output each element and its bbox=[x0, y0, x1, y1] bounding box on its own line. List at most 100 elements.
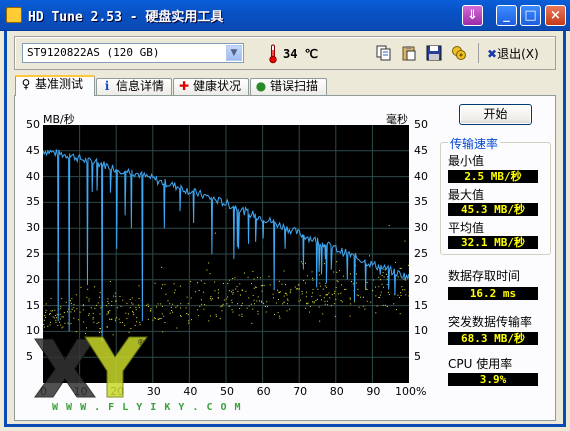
access-time-point bbox=[204, 304, 206, 306]
access-time-point bbox=[161, 305, 163, 307]
magnifier-icon: ● bbox=[255, 79, 267, 93]
access-time-point bbox=[177, 305, 179, 307]
access-time-point bbox=[206, 269, 208, 271]
access-time-point bbox=[269, 284, 271, 286]
access-time-point bbox=[356, 282, 358, 284]
access-time-point bbox=[260, 300, 262, 302]
paste-icon[interactable] bbox=[401, 45, 417, 61]
tab-info[interactable]: i 信息详情 bbox=[96, 78, 172, 95]
access-time-point bbox=[386, 278, 388, 280]
tab-health[interactable]: ✚ 健康状况 bbox=[173, 78, 249, 95]
access-time-point bbox=[289, 308, 291, 310]
access-time-point bbox=[235, 288, 237, 290]
access-time-point bbox=[93, 321, 95, 323]
access-time-point bbox=[83, 321, 85, 323]
access-time-point bbox=[336, 280, 338, 282]
drive-select-value: ST9120822AS (120 GB) bbox=[27, 46, 160, 59]
access-time-point bbox=[171, 310, 173, 312]
access-time-point bbox=[197, 309, 199, 311]
left-tick-label: 5 bbox=[26, 350, 33, 364]
access-time-point bbox=[220, 306, 222, 308]
tab-benchmark[interactable]: ♀ 基准测试 bbox=[15, 75, 95, 96]
access-time-point bbox=[111, 304, 113, 306]
access-time-point bbox=[388, 225, 390, 227]
tab-error-scan[interactable]: ● 错误扫描 bbox=[250, 78, 327, 95]
access-time-point bbox=[351, 281, 353, 283]
access-time-point bbox=[378, 286, 380, 288]
chevron-down-icon[interactable]: ▼ bbox=[226, 45, 242, 61]
access-time-point bbox=[401, 286, 403, 288]
access-time-point bbox=[324, 300, 326, 302]
access-time-point bbox=[122, 299, 124, 301]
access-time-point bbox=[60, 306, 62, 308]
access-time-point bbox=[92, 317, 94, 319]
access-time-point bbox=[146, 304, 148, 306]
access-time-point bbox=[307, 302, 309, 304]
access-time-point bbox=[301, 291, 303, 293]
access-time-point bbox=[259, 277, 261, 279]
title-bar[interactable]: HD Tune 2.53 - 硬盘实用工具 ⇓ _ □ × bbox=[0, 0, 570, 31]
access-time-point bbox=[285, 284, 287, 286]
access-time-point bbox=[109, 281, 111, 283]
options-icon[interactable] bbox=[451, 45, 467, 61]
access-time-point bbox=[132, 312, 134, 314]
app-icon bbox=[6, 7, 22, 23]
right-tick-label: 40 bbox=[414, 169, 428, 183]
right-tick-label: 15 bbox=[414, 298, 428, 312]
access-time-point bbox=[49, 313, 51, 315]
access-time-point bbox=[311, 271, 313, 273]
access-time-point bbox=[333, 292, 335, 294]
right-tick-label: 35 bbox=[414, 195, 428, 209]
access-time-point bbox=[337, 281, 339, 283]
access-time-point bbox=[333, 303, 335, 305]
access-time-point bbox=[129, 298, 131, 300]
access-time-point bbox=[358, 295, 360, 297]
access-time-label: 数据存取时间 bbox=[448, 269, 521, 283]
save-icon[interactable] bbox=[426, 45, 442, 61]
access-time-point bbox=[43, 324, 45, 326]
minimize-button[interactable]: _ bbox=[496, 5, 517, 26]
access-time-point bbox=[115, 318, 117, 320]
access-time-point bbox=[111, 318, 113, 320]
access-time-point bbox=[330, 305, 332, 307]
access-time-point bbox=[305, 291, 307, 293]
access-time-point bbox=[45, 311, 47, 313]
access-time-point bbox=[305, 307, 307, 309]
access-time-point bbox=[219, 317, 221, 319]
access-time-point bbox=[72, 307, 74, 309]
drive-select[interactable]: ST9120822AS (120 GB) ▼ bbox=[22, 43, 244, 63]
access-time-point bbox=[299, 288, 301, 290]
access-time-point bbox=[208, 320, 210, 322]
access-time-point bbox=[106, 305, 108, 307]
access-time-point bbox=[241, 289, 243, 291]
start-button[interactable]: 开始 bbox=[459, 104, 532, 125]
access-time-point bbox=[362, 305, 364, 307]
download-button[interactable]: ⇓ bbox=[462, 5, 483, 26]
access-time-point bbox=[228, 290, 230, 292]
access-time-point bbox=[155, 306, 157, 308]
access-time-point bbox=[252, 295, 254, 297]
access-time-point bbox=[61, 298, 63, 300]
access-time-point bbox=[169, 312, 171, 314]
access-time-point bbox=[295, 288, 297, 290]
access-time-point bbox=[186, 312, 188, 314]
access-time-point bbox=[221, 310, 223, 312]
access-time-point bbox=[287, 299, 289, 301]
access-time-point bbox=[257, 310, 259, 312]
access-time-point bbox=[285, 292, 287, 294]
access-time-point bbox=[362, 296, 364, 298]
exit-button[interactable]: ✖退出(X) bbox=[487, 45, 539, 62]
access-time-point bbox=[190, 297, 192, 299]
access-time-point bbox=[318, 306, 320, 308]
access-time-point bbox=[126, 302, 128, 304]
access-time-point bbox=[61, 316, 63, 318]
access-time-point bbox=[257, 313, 259, 315]
access-time-point bbox=[388, 293, 390, 295]
access-time-point bbox=[88, 313, 90, 315]
access-time-point bbox=[261, 285, 263, 287]
close-button[interactable]: × bbox=[545, 5, 566, 26]
burst-rate-value: 68.3 MB/秒 bbox=[448, 332, 538, 345]
maximize-button[interactable]: □ bbox=[520, 5, 541, 26]
copy-icon[interactable] bbox=[376, 45, 392, 61]
access-time-point bbox=[328, 292, 330, 294]
